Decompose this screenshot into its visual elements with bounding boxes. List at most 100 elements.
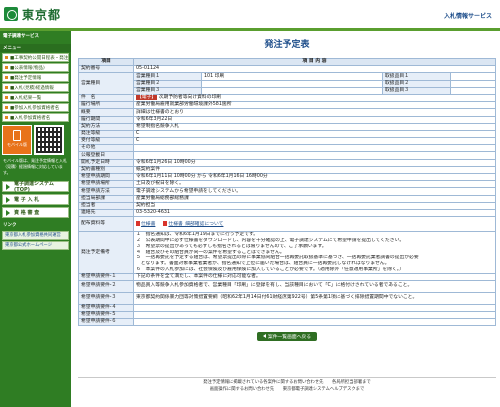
- label-place: 履行場所: [78, 101, 134, 110]
- value-business-1: 101 印刷: [201, 72, 383, 81]
- sub-business-2: 営業種目２: [133, 79, 202, 88]
- label-contract-no: 契約番号: [78, 65, 134, 74]
- pdf-icon: [136, 220, 140, 226]
- value-contact-dept: 産業労働局総務部総務課: [133, 194, 496, 203]
- label-contract-type: 契約書種別: [78, 165, 134, 175]
- bullet-icon: [5, 66, 8, 69]
- link-qualification[interactable]: 資 格 審 査: [2, 207, 69, 218]
- value-goods-1: [450, 72, 496, 81]
- arrow-right-icon: [6, 209, 10, 216]
- doc-link-spec[interactable]: 仕様書: [136, 220, 155, 228]
- mobile-phone-icon: [13, 130, 21, 141]
- bullet-icon: [5, 56, 8, 59]
- tokyo-logo[interactable]: 東京都: [4, 6, 61, 22]
- sidebar-item-order-plan[interactable]: ■発注予定情報: [2, 73, 69, 82]
- value-contract-type: 紙契約案件: [133, 165, 496, 175]
- header-content: 項 目 内 容: [133, 57, 496, 67]
- arrow-right-icon: [6, 196, 10, 203]
- label-apply-place: 希望申請場所: [78, 180, 134, 189]
- mobile-note: モバイル版は、発注予定情報と入札（見積）経過情報に対応しています。: [3, 158, 67, 175]
- value-requirement-6: [133, 318, 496, 327]
- value-summary: 詳細は仕様書のとおり: [133, 108, 496, 117]
- value-goods-3: [450, 86, 496, 95]
- back-to-list-button[interactable]: 案件一覧画面へ戻る: [256, 332, 318, 342]
- sub-business-1: 営業種目１: [133, 72, 202, 81]
- back-button-wrap: 案件一覧画面へ戻る: [78, 332, 496, 342]
- label-open-date: 開札予定日時: [78, 158, 134, 167]
- label-other: その他: [78, 144, 134, 153]
- label-contact-dept: 担当局部課: [78, 194, 134, 203]
- link-e-procurement-top[interactable]: 電子調達システム(TOP): [2, 181, 69, 193]
- link-tokyo-official[interactable]: 東京都公式ホームページ: [2, 241, 69, 250]
- arrow-left-icon: [262, 334, 266, 339]
- document-links: 仕様書 仕様書_細部確認について: [136, 220, 493, 228]
- logo-text: 東京都: [22, 7, 62, 22]
- value-other: [133, 144, 496, 153]
- value-apply-place: 土日及び祝日を除く。: [133, 180, 496, 189]
- value-accept-grade: C: [133, 137, 496, 146]
- value-name: 【電子】 次期予防者等向け資料の印刷: [133, 93, 496, 103]
- footer: 発注予定情報に掲載されている各案件に関するお問い合わせ先 各局所担当部署まで 画…: [78, 377, 496, 393]
- label-period: 履行期間: [78, 115, 134, 124]
- label-documents: 配布資料等: [78, 216, 134, 233]
- label-bulletin: 公報登載日: [78, 151, 134, 160]
- sidebar-item-public-info[interactable]: ■公表情報(物品): [2, 63, 69, 72]
- value-contract-no: 05-01124: [133, 65, 496, 74]
- bullet-icon: [5, 116, 8, 119]
- link-e-bidding[interactable]: 電 子 入 札: [2, 194, 69, 205]
- label-order-grade: 発注等級: [78, 129, 134, 139]
- sub-goods-3: 取扱品目３: [382, 86, 451, 95]
- value-remarks: １ 指名通知は、令和6年1月19日までに行う予定です。 ２ 公表期間中に必ず仕様…: [133, 231, 496, 274]
- doc-link-spec-detail[interactable]: 仕様書_細部確認について: [163, 220, 223, 228]
- value-requirement-5: [133, 311, 496, 320]
- qr-code: [34, 125, 64, 155]
- sub-goods-2: 取扱品目２: [382, 79, 451, 88]
- mobile-box: モバイル版: [2, 125, 69, 155]
- electronic-tag: 【電子】: [136, 95, 158, 101]
- value-business-3: [201, 86, 383, 95]
- value-open-date: 令和6年1月26日 10時00分: [133, 158, 496, 167]
- value-apply-period: 令和6年1月11日 10時00分 から 令和6年1月16日 16時00分: [133, 172, 496, 182]
- pdf-icon: [163, 220, 168, 226]
- sidebar-item-schedule[interactable]: ■工事契約公開日程表・発注予定: [2, 53, 69, 62]
- page-title: 発注予定表: [264, 40, 310, 50]
- value-goods-2: [450, 79, 496, 88]
- mobile-version-button[interactable]: モバイル版: [2, 125, 32, 155]
- label-requirement-2: 希望申請要件-２: [78, 279, 134, 293]
- label-requirement-3: 希望申請要件-３: [78, 291, 134, 305]
- sidebar-section-title: 電子調達サービス: [3, 34, 39, 39]
- sidebar-links-title: リンク: [3, 223, 17, 228]
- footer-line-2: 画面操作に関するお問い合わせ先 東京都電子調達システムヘルプデスクまで: [209, 386, 365, 392]
- value-person: 契約担当: [133, 201, 496, 210]
- value-requirement-1: 下記の条件を全て満たし、本案件の仕様に対応可能な者。: [133, 272, 496, 281]
- value-requirement-3: 東京都契約関係暴力団等対策措置要綱（昭和62年1月14日付61財経庶第922号）…: [133, 291, 496, 305]
- sub-goods-1: 取扱品目１: [382, 72, 451, 81]
- sidebar-item-bid-results[interactable]: ■入札結果一覧: [2, 93, 69, 102]
- sub-business-3: 営業種目３: [133, 86, 202, 95]
- value-method: 希望制指名競争入札: [133, 122, 496, 131]
- label-apply-method: 希望申請方法: [78, 187, 134, 196]
- sidebar: 電子調達サービス メニュー ■工事契約公開日程表・発注予定 ■公表情報(物品) …: [0, 31, 71, 407]
- order-plan-table: 項目 項 目 内 容 契約番号 05-01124 営業種目 営業種目１ 101 …: [78, 57, 496, 327]
- value-period: 令和6年3月22日: [133, 115, 496, 124]
- value-apply-method: 電子調達システムから希望申請をしてください。: [133, 187, 496, 196]
- label-requirement-6: 希望申請要件-６: [78, 318, 134, 327]
- remark-line: ６ 本案件の入札参加には、社会保険及び雇用保険に加入していることが必要です。（適…: [136, 266, 405, 272]
- sidebar-menu-title: メニュー: [0, 44, 71, 52]
- sidebar-item-bid-progress[interactable]: ■入札(見積)経過情報: [2, 83, 69, 92]
- bullet-icon: [5, 106, 8, 109]
- label-phone: 連絡先: [78, 208, 134, 218]
- value-requirement-2: 物品買入等競争入札参加資格者で、営業種目「印刷」に登録を有し、当該種目において「…: [133, 279, 496, 293]
- bullet-icon: [5, 76, 8, 79]
- sidebar-item-qualified-participants[interactable]: ■参加入札参加資格者名: [2, 103, 69, 112]
- bullet-icon: [5, 96, 8, 99]
- value-phone: 03-5320-4631: [133, 208, 496, 218]
- link-joint-operation[interactable]: 東京都入札参加資格共同運営: [2, 231, 69, 240]
- arrow-right-icon: [6, 183, 10, 190]
- sidebar-item-qualified-names[interactable]: ■入札参加資格者名: [2, 113, 69, 122]
- label-requirement-4: 希望申請要件-４: [78, 303, 134, 313]
- label-name: 件 名: [78, 93, 134, 103]
- value-requirement-4: [133, 303, 496, 313]
- label-requirement-1: 希望申請要件-１: [78, 272, 134, 281]
- label-business-item: 営業種目: [78, 72, 134, 95]
